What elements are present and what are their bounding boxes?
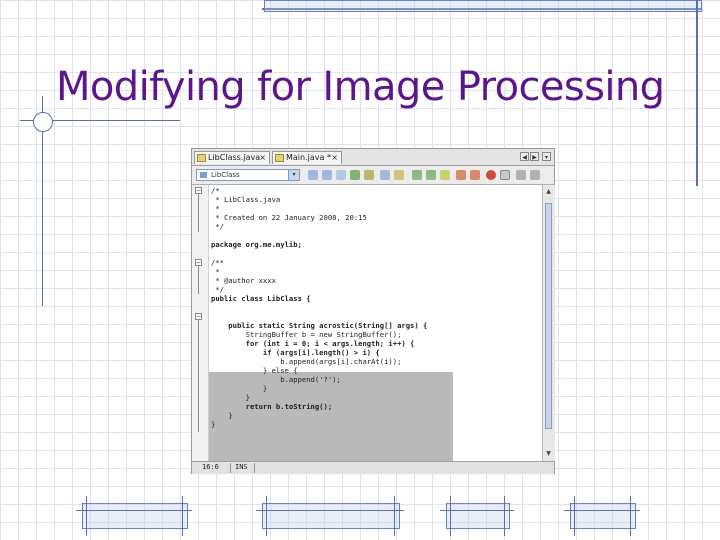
- right-vertical-rule: [696, 0, 698, 186]
- code-line: *: [211, 267, 220, 276]
- bottom-deco-box-3: [446, 503, 510, 529]
- status-separator: [254, 463, 255, 473]
- code-line: public static String acrostic(String[] a…: [211, 321, 428, 330]
- code-line: */: [211, 285, 224, 294]
- navigator-combo-value: LibClass: [211, 171, 240, 179]
- previous-bookmark-icon[interactable]: [412, 170, 422, 180]
- shift-right-icon[interactable]: [470, 170, 480, 180]
- editor-toolbar: LibClass ▾: [192, 166, 554, 185]
- caret-position: 16:6: [202, 463, 219, 471]
- code-line: public class LibClass {: [211, 294, 311, 303]
- bottom-deco-line-3: [440, 510, 514, 511]
- fold-toggle-icon[interactable]: −: [195, 259, 202, 266]
- tab-label: LibClass.java: [208, 153, 261, 162]
- bottom-deco-post-4a: [574, 496, 575, 536]
- insert-mode-indicator: INS: [235, 463, 248, 471]
- code-line: *: [211, 204, 220, 213]
- code-line: }: [211, 393, 250, 402]
- scroll-down-icon[interactable]: ▼: [544, 449, 553, 458]
- bottom-deco-box-1: [82, 503, 188, 529]
- bottom-deco-post-3b: [504, 496, 505, 536]
- close-tab-icon[interactable]: ×: [331, 152, 338, 164]
- top-deco-band: [264, 0, 702, 12]
- bottom-deco-post-3a: [450, 496, 451, 536]
- code-line: StringBuffer b = new StringBuffer();: [211, 330, 402, 339]
- code-line: /**: [211, 258, 224, 267]
- bottom-deco-line-4: [564, 510, 640, 511]
- code-line: package org.me.mylib;: [211, 240, 302, 249]
- find-selection-icon[interactable]: [364, 170, 374, 180]
- code-line: for (int i = 0; i < args.length; i++) {: [211, 339, 415, 348]
- scroll-thumb[interactable]: [545, 203, 552, 429]
- uncomment-icon[interactable]: [530, 170, 540, 180]
- bottom-deco-box-2: [262, 503, 400, 529]
- fold-gutter: − − −: [192, 185, 209, 461]
- back-icon[interactable]: [308, 170, 318, 180]
- fold-toggle-icon[interactable]: −: [195, 313, 202, 320]
- scroll-tabs-right-button[interactable]: ▶: [530, 152, 539, 161]
- start-macro-icon[interactable]: [486, 170, 496, 180]
- code-line: } else {: [211, 366, 298, 375]
- bottom-deco-post-4b: [630, 496, 631, 536]
- bottom-deco-post-1a: [86, 496, 87, 536]
- find-next-icon[interactable]: [350, 170, 360, 180]
- fold-line: [198, 320, 199, 432]
- editor-tab-bar: LibClass.java × Main.java * × ◀ ▶ ▾: [192, 149, 554, 166]
- next-bookmark-icon[interactable]: [426, 170, 436, 180]
- navigator-combo[interactable]: LibClass ▾: [196, 169, 300, 181]
- toggle-bookmark-icon[interactable]: [394, 170, 404, 180]
- bottom-deco-box-4: [570, 503, 636, 529]
- code-line: /*: [211, 186, 220, 195]
- code-area[interactable]: − − − /* * LibClass.java * * Created on …: [192, 185, 542, 461]
- editor-status-bar: 16:6 INS: [192, 461, 554, 474]
- fold-line: [198, 194, 199, 232]
- shift-left-icon[interactable]: [456, 170, 466, 180]
- bottom-deco-line-1: [76, 510, 192, 511]
- bottom-deco-post-1b: [182, 496, 183, 536]
- stop-macro-icon[interactable]: [500, 170, 510, 180]
- scroll-tabs-left-button[interactable]: ◀: [520, 152, 529, 161]
- slide-title: Modifying for Image Processing: [56, 64, 665, 110]
- fold-toggle-icon[interactable]: −: [195, 187, 202, 194]
- bottom-deco-post-2a: [266, 496, 267, 536]
- status-separator: [230, 463, 231, 473]
- find-previous-icon[interactable]: [336, 170, 346, 180]
- close-tab-icon[interactable]: ×: [259, 152, 266, 164]
- clear-bookmarks-icon[interactable]: [440, 170, 450, 180]
- title-circle-ornament: [33, 112, 53, 132]
- scroll-up-icon[interactable]: ▲: [544, 187, 553, 196]
- code-line: b.append('?');: [211, 375, 341, 384]
- code-line: return b.toString();: [211, 402, 333, 411]
- java-file-icon: [197, 154, 206, 162]
- code-line: b.append(args[i].charAt(i));: [211, 357, 402, 366]
- tab-libclass-java[interactable]: LibClass.java ×: [194, 151, 270, 164]
- bottom-deco-line-2: [256, 510, 404, 511]
- tab-list-menu-button[interactable]: ▾: [542, 152, 551, 161]
- code-line: * Created on 22 January 2008, 20:15: [211, 213, 367, 222]
- tab-label: Main.java *: [286, 153, 331, 162]
- code-line: * @author xxxx: [211, 276, 276, 285]
- bottom-deco-post-2b: [394, 496, 395, 536]
- vertical-scrollbar[interactable]: ▲ ▼: [542, 185, 555, 461]
- code-line: * LibClass.java: [211, 195, 281, 204]
- fold-line: [198, 266, 199, 294]
- forward-icon[interactable]: [322, 170, 332, 180]
- tab-main-java[interactable]: Main.java * ×: [272, 151, 342, 164]
- code-editor-window: LibClass.java × Main.java * × ◀ ▶ ▾ LibC…: [191, 148, 555, 474]
- chevron-down-icon[interactable]: ▾: [288, 170, 299, 180]
- toggle-highlight-icon[interactable]: [380, 170, 390, 180]
- class-icon: [200, 172, 207, 178]
- code-line: }: [211, 420, 216, 429]
- code-line: }: [211, 411, 233, 420]
- comment-icon[interactable]: [516, 170, 526, 180]
- code-line: }: [211, 384, 268, 393]
- java-file-icon: [275, 154, 284, 162]
- code-line: */: [211, 222, 224, 231]
- code-line: if (args[i].length() > i) {: [211, 348, 380, 357]
